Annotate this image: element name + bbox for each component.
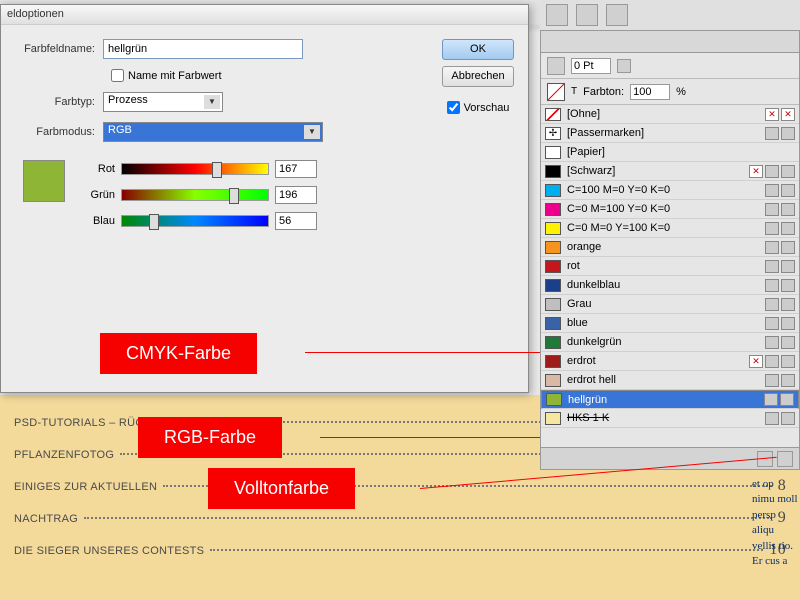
swatch-list-item[interactable]: [Papier] bbox=[541, 143, 799, 162]
swatch-list-item[interactable]: Grau bbox=[541, 295, 799, 314]
color-preview-swatch bbox=[23, 160, 65, 202]
swatch-list-item[interactable]: C=0 M=0 Y=100 K=0 bbox=[541, 219, 799, 238]
swatch-list-item[interactable]: C=100 M=0 Y=0 K=0 bbox=[541, 181, 799, 200]
ok-button[interactable]: OK bbox=[442, 39, 514, 60]
tint-input[interactable] bbox=[630, 84, 670, 100]
tint-label: Farbton: bbox=[583, 86, 624, 98]
annotation-line bbox=[320, 437, 540, 438]
annotation-cmyk: CMYK-Farbe bbox=[100, 333, 257, 374]
swatch-list-item[interactable]: rot bbox=[541, 257, 799, 276]
swatch-list-item[interactable]: erdrot hell bbox=[541, 371, 799, 390]
swatch-options-dialog: eldoptionen Farbfeldname: Name mit Farbw… bbox=[0, 4, 529, 393]
fill-icon[interactable] bbox=[547, 57, 565, 75]
red-slider[interactable] bbox=[121, 163, 269, 175]
swatch-list-item[interactable]: hellgrün bbox=[541, 390, 799, 409]
blue-slider[interactable] bbox=[121, 215, 269, 227]
preview-label: Vorschau bbox=[464, 102, 510, 114]
toc-line: Nachtrag9 bbox=[14, 509, 786, 527]
name-with-value-label: Name mit Farbwert bbox=[128, 70, 222, 82]
toc-line: Einiges zur aktuellen8 bbox=[14, 477, 786, 495]
tool-icon[interactable] bbox=[546, 4, 568, 26]
tool-icon[interactable] bbox=[576, 4, 598, 26]
name-label: Farbfeldname: bbox=[13, 43, 103, 55]
red-label: Rot bbox=[83, 163, 121, 175]
tint-unit: % bbox=[676, 86, 686, 98]
color-mode-select[interactable]: RGB▼ bbox=[103, 122, 323, 142]
none-swatch-icon[interactable] bbox=[547, 83, 565, 101]
blue-value-input[interactable] bbox=[275, 212, 317, 230]
swatch-list-item[interactable]: dunkelgrün bbox=[541, 333, 799, 352]
name-with-value-checkbox[interactable] bbox=[111, 69, 124, 82]
color-type-select[interactable]: Prozess▼ bbox=[103, 92, 223, 112]
red-value-input[interactable] bbox=[275, 160, 317, 178]
toc-line: Die Sieger unseres Contests10 bbox=[14, 541, 786, 559]
blue-label: Blau bbox=[83, 215, 121, 227]
color-mode-label: Farbmodus: bbox=[13, 126, 103, 138]
swatch-list-item[interactable]: erdrot✕ bbox=[541, 352, 799, 371]
body-text-column: et op nimu moll persp aliqu vellis tio. … bbox=[750, 475, 800, 600]
swatch-list-item[interactable]: [Ohne]✕✕ bbox=[541, 105, 799, 124]
swatch-list-item[interactable]: blue bbox=[541, 314, 799, 333]
tool-icon[interactable] bbox=[606, 4, 628, 26]
green-slider[interactable] bbox=[121, 189, 269, 201]
annotation-rgb: RGB-Farbe bbox=[138, 417, 282, 458]
panel-tabs[interactable] bbox=[541, 31, 799, 53]
annotation-line bbox=[305, 352, 540, 353]
swatch-list-item[interactable]: dunkelblau bbox=[541, 276, 799, 295]
color-type-label: Farbtyp: bbox=[13, 96, 103, 108]
swatch-name-input[interactable] bbox=[103, 39, 303, 59]
green-label: Grün bbox=[83, 189, 121, 201]
app-toolbar bbox=[540, 0, 800, 30]
preview-checkbox[interactable] bbox=[447, 101, 460, 114]
swatch-list-item[interactable]: orange bbox=[541, 238, 799, 257]
swatches-panel: T Farbton: % [Ohne]✕✕✢[Passermarken][Pap… bbox=[540, 30, 800, 470]
dialog-title: eldoptionen bbox=[1, 5, 528, 25]
stroke-weight-input[interactable] bbox=[571, 58, 611, 74]
delete-swatch-icon[interactable] bbox=[777, 451, 793, 467]
cancel-button[interactable]: Abbrechen bbox=[442, 66, 514, 87]
swatch-list-item[interactable]: [Schwarz]✕ bbox=[541, 162, 799, 181]
swatch-list-item[interactable]: C=0 M=100 Y=0 K=0 bbox=[541, 200, 799, 219]
swatch-list-item[interactable]: HKS 1 K bbox=[541, 409, 799, 428]
fx-icon[interactable] bbox=[617, 59, 631, 73]
annotation-spot: Volltonfarbe bbox=[208, 468, 355, 509]
green-value-input[interactable] bbox=[275, 186, 317, 204]
swatch-list-item[interactable]: ✢[Passermarken] bbox=[541, 124, 799, 143]
